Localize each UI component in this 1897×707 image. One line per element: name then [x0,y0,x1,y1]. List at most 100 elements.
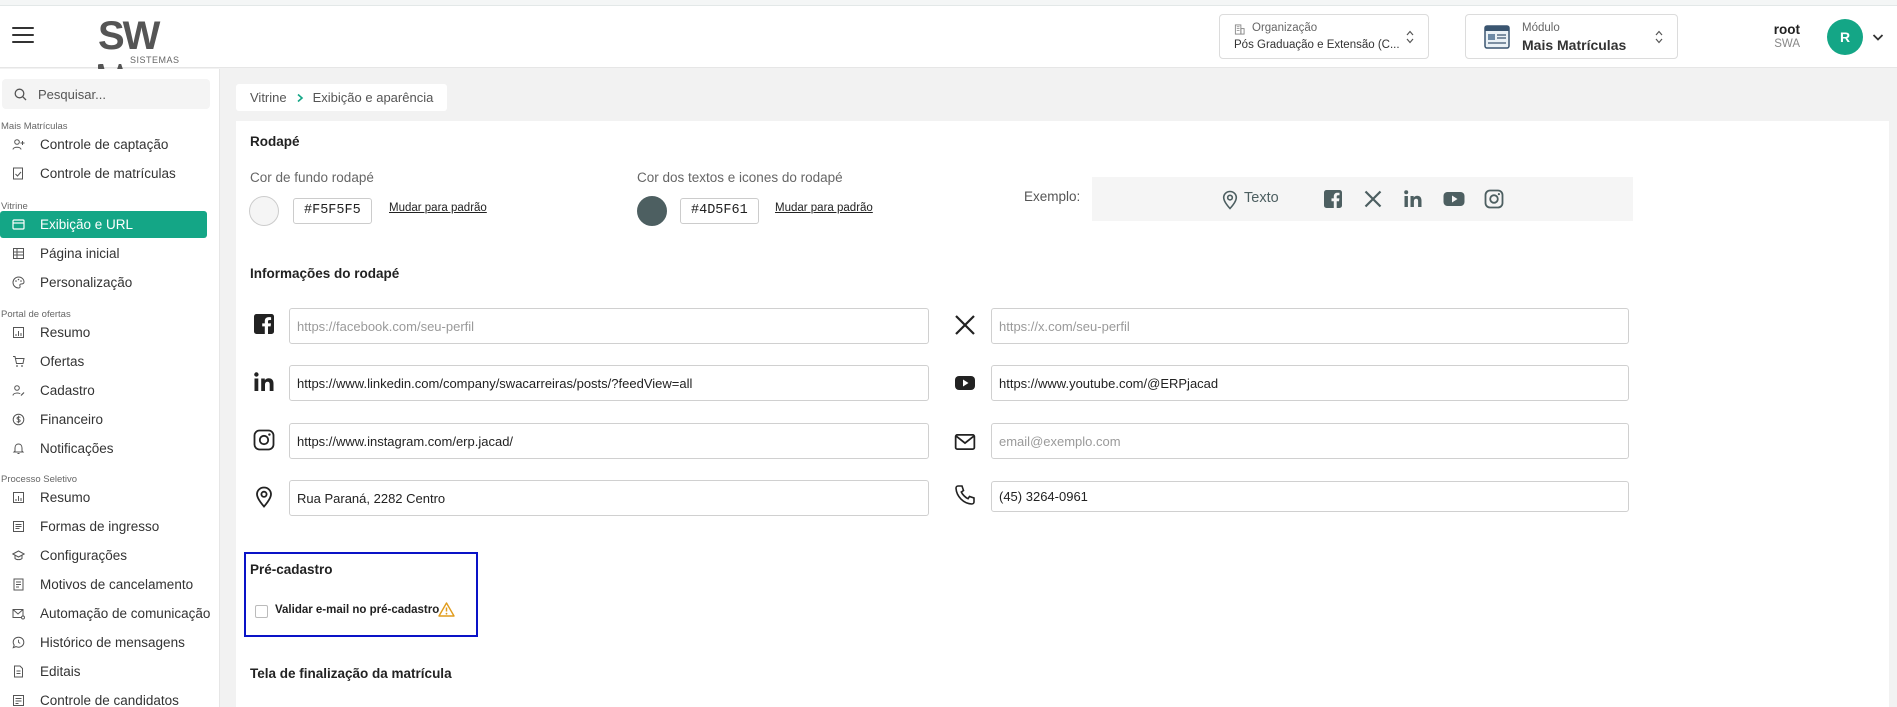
summary-icon [13,327,24,338]
validate-email-checkbox[interactable] [255,605,268,618]
document-icon [14,665,23,678]
linkedin-icon [254,372,274,391]
sidebar-item-controle-matriculas[interactable]: Controle de matrículas [0,160,207,187]
warning-icon [438,602,455,617]
map-pin-icon [1222,190,1238,210]
sidebar-item-label: Resumo [40,325,91,340]
sidebar-item-notificacoes[interactable]: Notificações [0,435,207,462]
module-select[interactable]: Módulo Mais Matrículas [1465,14,1678,59]
organization-label: Organização [1252,22,1318,34]
module-value: Mais Matrículas [1522,37,1627,53]
bell-icon [12,443,25,454]
candidates-icon [13,695,24,706]
sidebar-item-label: Controle de matrículas [40,166,176,181]
breadcrumb: Vitrine Exibição e aparência [236,84,448,111]
organization-value: Pós Graduação e Extensão (C... [1234,39,1400,51]
document-check-icon [13,167,23,180]
map-pin-icon [256,486,272,508]
footer-text-color-reset-link[interactable]: Mudar para padrão [775,202,873,214]
chevron-right-icon [297,93,303,102]
app-header: SW SISTEMAS Organização Pós Graduação e … [0,6,1897,97]
sidebar-item-formas-ingresso[interactable]: Formas de ingresso [0,513,207,540]
search-input[interactable] [38,85,198,103]
sidebar-item-controle-captacao[interactable]: Controle de captação [0,131,207,158]
menu-icon[interactable] [12,27,34,45]
user-org: SWA [1774,38,1800,50]
sidebar-item-label: Controle de candidatos [40,693,179,707]
sidebar-item-automacao-comunicacao[interactable]: Automação de comunicação [0,600,211,627]
sidebar-item-cadastro[interactable]: Cadastro [0,377,207,404]
sidebar-item-processo-resumo[interactable]: Resumo [0,484,207,511]
sidebar-item-label: Controle de captação [40,137,169,152]
address-input[interactable] [289,480,929,516]
building-icon [1234,24,1245,35]
footer-text-color-hex[interactable]: #4D5F61 [680,198,759,224]
sidebar-item-portal-resumo[interactable]: Resumo [0,319,207,346]
sidebar-item-exibicao-url[interactable]: Exibição e URL [0,211,207,238]
sidebar-item-editais[interactable]: Editais [0,658,207,685]
sidebar-item-ofertas[interactable]: Ofertas [0,348,207,375]
sidebar-item-financeiro[interactable]: Financeiro [0,406,207,433]
sidebar-search[interactable] [2,79,210,109]
youtube-icon [1443,192,1465,206]
instagram-icon [253,429,275,451]
email-input[interactable] [991,423,1629,459]
sidebar: Mais Matrículas Controle de captação Con… [0,69,220,707]
sidebar-item-label: Notificações [40,441,114,456]
browser-window-icon [12,219,25,230]
mail-icon [954,433,976,451]
linkedin-url-input[interactable] [289,365,929,401]
sidebar-item-personalizacao[interactable]: Personalização [0,269,207,296]
grid-icon [13,248,24,259]
footer-bg-color-hex[interactable]: #F5F5F5 [293,198,372,224]
sidebar-item-label: Editais [40,664,81,679]
facebook-icon [1324,190,1342,208]
validate-email-label[interactable]: Validar e-mail no pré-cadastro [275,604,439,616]
facebook-icon [254,314,274,334]
instagram-url-input[interactable] [289,423,929,459]
updown-icon [1406,30,1414,44]
sidebar-item-label: Financeiro [40,412,104,427]
sidebar-item-label: Resumo [40,490,91,505]
sidebar-item-motivos-cancelamento[interactable]: Motivos de cancelamento [0,571,207,598]
updown-icon [1655,30,1663,44]
footer-bg-color-label: Cor de fundo rodapé [250,170,374,185]
footer-example-preview: Texto [1092,177,1633,221]
sidebar-item-configuracoes[interactable]: Configurações [0,542,207,569]
logo[interactable]: SW SISTEMAS [97,14,198,97]
settings-card: Rodapé Cor de fundo rodapé #F5F5F5 Mudar… [236,121,1889,707]
linkedin-icon [1404,190,1422,207]
mail-gear-icon [12,609,25,620]
avatar[interactable]: R [1827,19,1863,55]
dollar-icon [12,413,25,426]
sidebar-item-controle-candidatos[interactable]: Controle de candidatos [0,687,207,707]
footer-bg-color-reset-link[interactable]: Mudar para padrão [389,202,487,214]
user-plus-icon [12,139,25,150]
graduation-cap-icon [12,550,25,561]
message-history-icon [12,636,25,649]
x-url-input[interactable] [991,308,1629,344]
cart-icon [13,356,25,367]
chevron-down-icon[interactable] [1872,32,1884,42]
footer-text-color-swatch[interactable] [637,196,667,226]
module-icon [1484,25,1510,49]
youtube-url-input[interactable] [991,365,1629,401]
module-label: Módulo [1522,22,1560,34]
sidebar-item-label: Motivos de cancelamento [40,577,194,592]
breadcrumb-root[interactable]: Vitrine [250,90,287,105]
document-list-icon [13,578,24,591]
sidebar-item-label: Automação de comunicação [40,606,211,621]
sidebar-item-pagina-inicial[interactable]: Página inicial [0,240,207,267]
youtube-icon [955,376,975,390]
footer-bg-color-swatch[interactable] [249,196,279,226]
x-twitter-icon [1364,190,1382,208]
phone-input[interactable] [991,481,1629,512]
footer-section-title: Rodapé [250,134,300,149]
phone-icon [955,485,975,505]
organization-select[interactable]: Organização Pós Graduação e Extensão (C.… [1219,14,1429,59]
x-twitter-icon [955,315,975,335]
pre-cadastro-title: Pré-cadastro [250,562,333,577]
facebook-url-input[interactable] [289,308,929,344]
sidebar-item-label: Exibição e URL [40,217,134,232]
sidebar-item-historico-mensagens[interactable]: Histórico de mensagens [0,629,207,656]
